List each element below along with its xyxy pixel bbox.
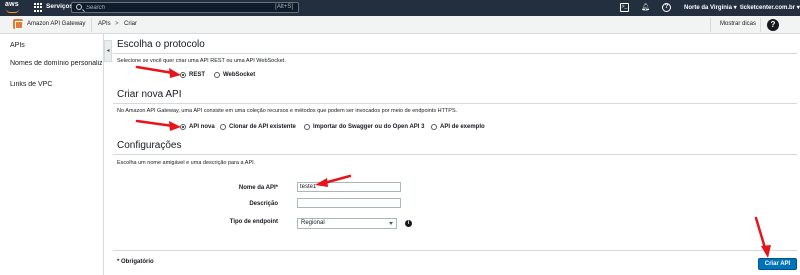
radio-unselected-icon[interactable] bbox=[304, 124, 310, 130]
main-content: Escolha o protocolo Selecione se você qu… bbox=[113, 34, 800, 275]
new-api-description: No Amazon API Gateway, uma API consiste … bbox=[117, 108, 458, 114]
cloudshell-icon[interactable]: >_ bbox=[620, 3, 629, 12]
header-divider bbox=[760, 18, 761, 32]
radio-label: API de exemplo bbox=[440, 124, 485, 130]
radio-import-swagger[interactable]: Importar do Swagger ou do Open API 3 bbox=[304, 124, 424, 130]
help-icon[interactable]: ? bbox=[662, 3, 671, 12]
radio-unselected-icon[interactable] bbox=[214, 72, 220, 78]
settings-description: Escolha um nome amigável e uma descrição… bbox=[117, 160, 256, 166]
region-selector[interactable]: Norte da Virgínia ▾ bbox=[684, 4, 737, 11]
radio-websocket[interactable]: WebSocket bbox=[214, 72, 255, 78]
header-divider bbox=[710, 18, 711, 32]
radio-unselected-icon[interactable] bbox=[220, 124, 226, 130]
breadcrumb-separator: > bbox=[115, 21, 119, 27]
sidebar-item-vpc-links[interactable]: Links de VPC bbox=[10, 81, 102, 88]
endpoint-type-label: Tipo de endpoint bbox=[229, 219, 278, 225]
service-name[interactable]: Amazon API Gateway bbox=[27, 21, 85, 27]
breadcrumb-apis[interactable]: APIs bbox=[98, 21, 111, 27]
aws-smile-icon bbox=[6, 9, 19, 13]
settings-section-title: Configurações bbox=[117, 140, 182, 151]
annotation-arrow-icon bbox=[135, 65, 181, 78]
account-menu[interactable]: ticketcenter.com.br ▾ bbox=[740, 4, 800, 11]
info-icon[interactable]: i bbox=[405, 220, 412, 227]
protocol-section-title: Escolha o protocolo bbox=[117, 39, 205, 50]
radio-label: WebSocket bbox=[223, 72, 256, 78]
section-divider bbox=[113, 103, 797, 104]
search-box[interactable]: [Alt+S] bbox=[71, 2, 299, 13]
radio-label: API nova bbox=[189, 124, 215, 130]
collapse-sidebar-button[interactable]: ◂ bbox=[104, 40, 112, 62]
search-input[interactable] bbox=[86, 3, 266, 12]
radio-label: REST bbox=[189, 72, 206, 78]
annotation-arrow-icon bbox=[754, 216, 771, 258]
radio-label: Clonar de API existente bbox=[229, 124, 296, 130]
endpoint-type-value: Regional bbox=[301, 220, 325, 226]
annotation-arrow-icon bbox=[135, 119, 181, 131]
annotation-arrow-icon bbox=[315, 174, 352, 187]
new-api-section-title: Criar nova API bbox=[117, 89, 182, 100]
top-navigation-bar: aws Serviços [Alt+S] >_ 🔔︎ ? Norte da Vi… bbox=[0, 0, 800, 16]
section-divider bbox=[113, 53, 797, 54]
endpoint-type-select[interactable]: Regional bbox=[297, 218, 397, 229]
services-grid-icon[interactable] bbox=[34, 3, 43, 12]
api-name-label: Nome da API* bbox=[238, 185, 278, 191]
service-header: Amazon API Gateway APIs > Criar Mostrar … bbox=[0, 16, 800, 34]
search-shortcut-hint: [Alt+S] bbox=[275, 4, 293, 10]
radio-clone-api[interactable]: Clonar de API existente bbox=[220, 124, 296, 130]
chevron-down-icon bbox=[389, 222, 393, 225]
services-menu-button[interactable]: Serviços bbox=[46, 3, 73, 10]
sidebar: APIs Nomes de domínio personalizados Lin… bbox=[0, 34, 104, 275]
help-question-icon[interactable]: ? bbox=[767, 19, 779, 31]
required-note: * Obrigatório bbox=[117, 259, 154, 265]
description-input[interactable] bbox=[297, 198, 401, 208]
notifications-bell-icon[interactable]: 🔔︎ bbox=[641, 3, 650, 12]
radio-example-api[interactable]: API de exemplo bbox=[431, 124, 485, 130]
header-divider bbox=[91, 18, 92, 32]
radio-unselected-icon[interactable] bbox=[431, 124, 437, 130]
radio-label: Importar do Swagger ou do Open API 3 bbox=[313, 124, 425, 130]
section-divider bbox=[113, 154, 797, 155]
footer-divider bbox=[113, 250, 797, 251]
breadcrumb-current: Criar bbox=[124, 21, 137, 27]
description-label: Descrição bbox=[249, 201, 278, 207]
search-icon bbox=[76, 4, 82, 10]
sidebar-item-custom-domains[interactable]: Nomes de domínio personalizados bbox=[10, 60, 102, 67]
radio-new-api[interactable]: API nova bbox=[180, 124, 215, 130]
aws-logo-text: aws bbox=[5, 1, 19, 8]
aws-logo[interactable]: aws bbox=[5, 1, 23, 14]
sidebar-item-apis[interactable]: APIs bbox=[10, 42, 102, 49]
show-hints-button[interactable]: Mostrar dicas bbox=[720, 21, 756, 27]
api-gateway-logo-icon bbox=[13, 19, 23, 29]
